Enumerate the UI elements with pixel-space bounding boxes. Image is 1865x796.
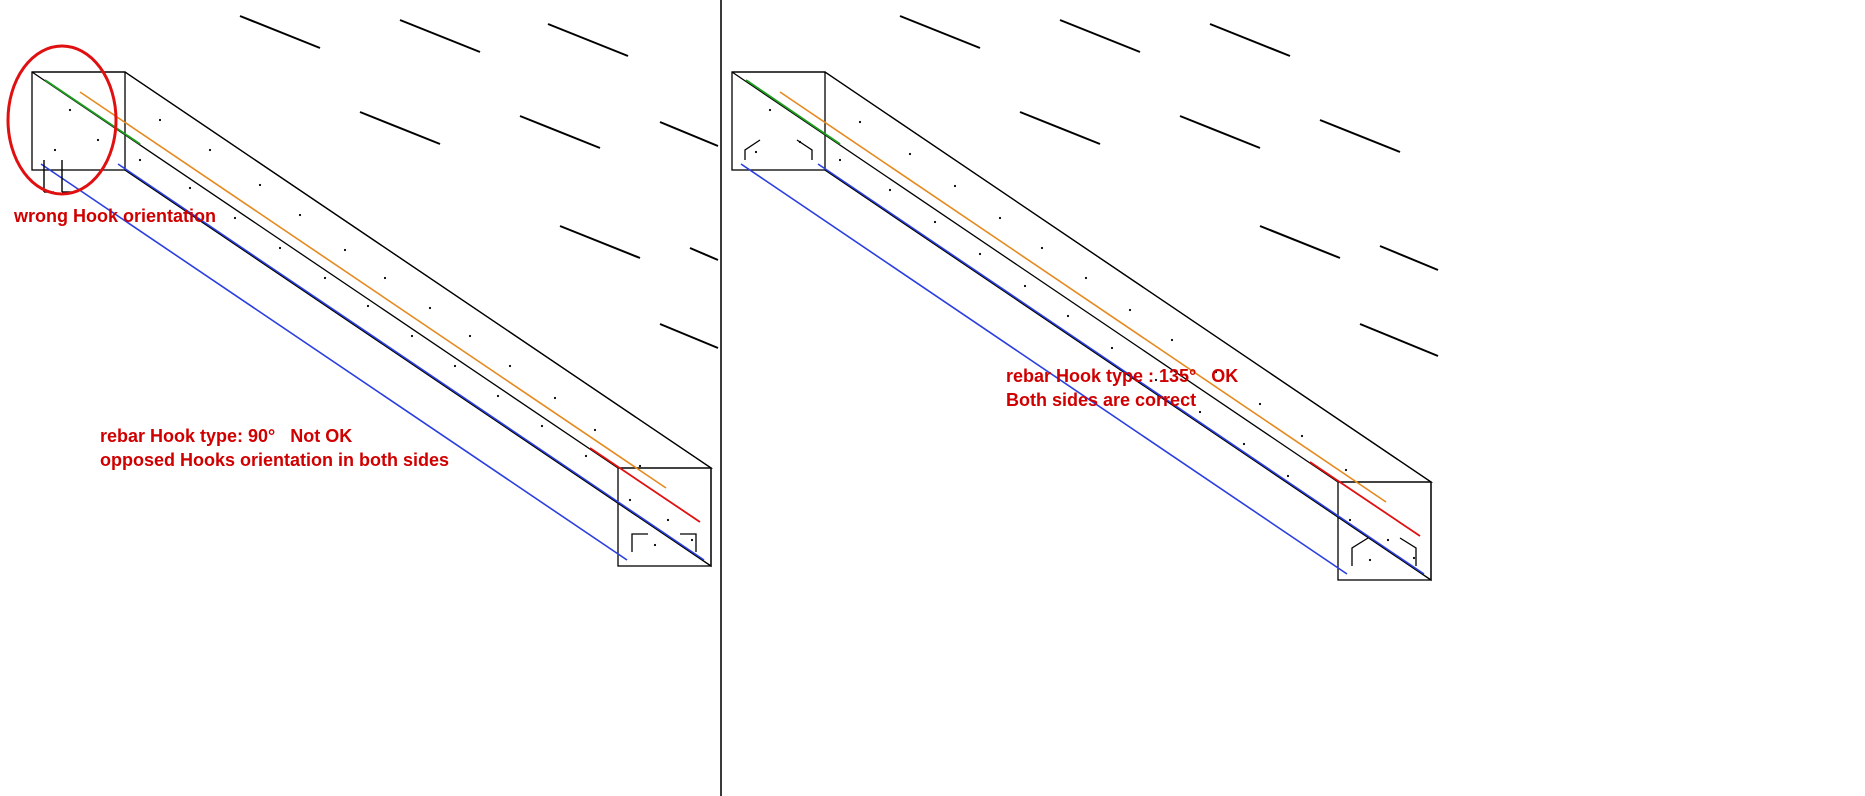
left-caption-line1: rebar Hook type: 90° Not OK bbox=[100, 424, 352, 448]
right-caption-line2: Both sides are correct bbox=[1006, 388, 1196, 412]
right-caption-line1: rebar Hook type : 135° OK bbox=[1006, 364, 1238, 388]
left-callout-text: wrong Hook orientation bbox=[14, 204, 216, 228]
left-caption-line2: opposed Hooks orientation in both sides bbox=[100, 448, 449, 472]
right-beam-diagram bbox=[720, 0, 1865, 796]
left-beam-diagram bbox=[0, 0, 720, 796]
